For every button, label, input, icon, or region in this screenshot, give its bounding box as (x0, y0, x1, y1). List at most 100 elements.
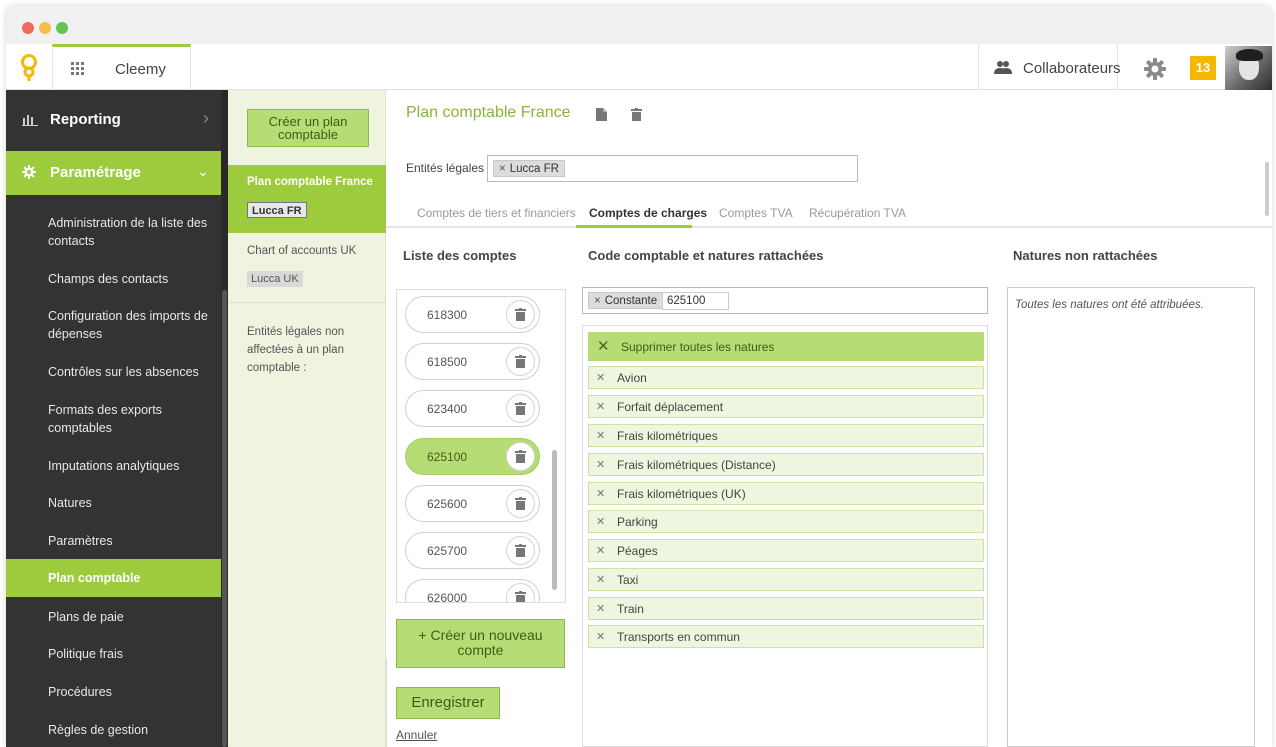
plan-item-france[interactable]: Plan comptable France Lucca FR (228, 165, 386, 233)
main-scrollbar[interactable] (1265, 162, 1269, 216)
lucca-logo-icon[interactable] (18, 54, 40, 82)
accounts-list[interactable]: 618300 618500 623400 625100 625600 62570… (396, 289, 566, 603)
trash-icon (515, 544, 526, 557)
maximize-window-button[interactable] (56, 22, 68, 34)
create-plan-button[interactable]: Créer un plan comptable (247, 109, 369, 147)
delete-all-natures-button[interactable]: ✕ Supprimer toutes les natures (588, 332, 984, 361)
trash-icon (515, 355, 526, 368)
remove-nature-icon[interactable]: ✕ (596, 458, 605, 471)
trash-icon[interactable] (631, 108, 642, 121)
delete-account-button[interactable] (506, 489, 535, 518)
entity-tag: Lucca FR (247, 202, 307, 218)
sidebar-subitem[interactable]: Règles de gestion (6, 721, 221, 739)
chip-label: Lucca FR (509, 163, 559, 175)
sidebar-subitem[interactable]: Champs des contacts (6, 270, 221, 288)
delete-account-button[interactable] (506, 442, 535, 471)
nature-label: Taxi (617, 573, 639, 587)
app-switcher[interactable]: Cleemy (52, 44, 191, 90)
tab-comptes-tva[interactable]: Comptes TVA (719, 206, 793, 220)
sidebar-subitem[interactable]: Imputations analytiques (6, 457, 221, 475)
accounting-code-input[interactable] (662, 292, 729, 310)
sidebar-subitem[interactable]: Configuration des imports de dépenses (6, 307, 221, 343)
delete-account-button[interactable] (506, 394, 535, 423)
nature-item: ✕ Frais kilométriques (588, 424, 984, 447)
remove-nature-icon[interactable]: ✕ (596, 515, 605, 528)
tab-bar: Comptes de tiers et financiers Comptes d… (386, 200, 1272, 228)
remove-icon[interactable]: × (594, 295, 601, 307)
save-button[interactable]: Enregistrer (396, 687, 500, 719)
nature-item: ✕ Taxi (588, 568, 984, 591)
unattached-natures-list: Toutes les natures ont été attribuées. (1007, 287, 1255, 747)
account-item-selected[interactable]: 625100 (405, 438, 540, 475)
account-number: 626000 (427, 591, 468, 603)
delete-account-button[interactable] (506, 583, 535, 602)
nature-item: ✕ Frais kilométriques (UK) (588, 482, 984, 505)
active-tab-indicator (576, 225, 692, 228)
sidebar-subitem[interactable]: Natures (6, 494, 221, 512)
minimize-window-button[interactable] (39, 22, 51, 34)
unattached-empty-text: Toutes les natures ont été attribuées. (1015, 299, 1204, 311)
remove-icon[interactable]: × (499, 163, 506, 175)
account-item[interactable]: 625600 (405, 485, 540, 522)
nature-item: ✕ Péages (588, 539, 984, 562)
sidebar: Reporting › Paramétrage ⌄ Administration… (6, 90, 228, 747)
notifications-badge[interactable]: 13 (1190, 56, 1216, 80)
remove-nature-icon[interactable]: ✕ (596, 487, 605, 500)
accounts-header: Liste des comptes (403, 248, 517, 263)
sidebar-subitem-active[interactable]: Plan comptable (6, 559, 221, 597)
nature-label: Frais kilométriques (UK) (617, 487, 746, 501)
tab-comptes-charges[interactable]: Comptes de charges (589, 206, 707, 220)
sidebar-subitem[interactable]: Procédures (6, 683, 221, 701)
sidebar-subitem[interactable]: Plans de paie (6, 608, 221, 626)
account-number: 618500 (427, 355, 468, 369)
divider (386, 658, 387, 747)
remove-nature-icon[interactable]: ✕ (596, 400, 605, 413)
unassigned-entities-text: Entités légales non affectées à un plan … (247, 326, 345, 374)
sidebar-item-reporting[interactable]: Reporting › (6, 98, 221, 142)
trash-icon (515, 450, 526, 463)
remove-nature-icon[interactable]: ✕ (596, 429, 605, 442)
sidebar-scrollbar[interactable] (221, 90, 228, 747)
remove-nature-icon[interactable]: ✕ (596, 371, 605, 384)
account-item[interactable]: 618500 (405, 343, 540, 380)
sidebar-subitem[interactable]: Paramètres (6, 532, 221, 550)
entities-field[interactable]: × Lucca FR (487, 155, 858, 182)
delete-account-button[interactable] (506, 300, 535, 329)
sidebar-subitem[interactable]: Formats des exports comptables (6, 401, 221, 437)
close-window-button[interactable] (22, 22, 34, 34)
accounts-scrollbar[interactable] (552, 450, 557, 590)
sidebar-subitem[interactable]: Administration de la liste des contacts (6, 214, 221, 250)
accounting-code-field[interactable]: × Constante (582, 287, 988, 314)
account-item[interactable]: 626000 (405, 579, 540, 603)
tab-comptes-tiers[interactable]: Comptes de tiers et financiers (417, 206, 576, 220)
entity-chip: × Lucca FR (493, 160, 565, 177)
user-avatar[interactable] (1225, 46, 1272, 90)
settings-gear-icon[interactable] (1144, 58, 1166, 80)
cancel-link[interactable]: Annuler (396, 728, 437, 742)
remove-nature-icon[interactable]: ✕ (596, 544, 605, 557)
remove-nature-icon[interactable]: ✕ (596, 602, 605, 615)
remove-nature-icon[interactable]: ✕ (596, 630, 605, 643)
sidebar-subitem[interactable]: Contrôles sur les absences (6, 363, 221, 381)
account-number: 625100 (427, 450, 468, 464)
account-number: 625600 (427, 497, 468, 511)
nature-label: Avion (617, 371, 647, 385)
plans-panel: Créer un plan comptable Plan comptable F… (228, 90, 386, 747)
chevron-right-icon: › (203, 108, 209, 128)
tab-recuperation-tva[interactable]: Récupération TVA (809, 206, 906, 220)
account-item[interactable]: 618300 (405, 296, 540, 333)
create-account-button[interactable]: + Créer un nouveau compte (396, 619, 565, 668)
nature-item: ✕ Parking (588, 510, 984, 533)
top-navbar: Cleemy Collaborateurs 13 (6, 44, 1272, 90)
remove-nature-icon[interactable]: ✕ (596, 573, 605, 586)
collaborators-button[interactable]: Collaborateurs (978, 44, 1121, 90)
account-item[interactable]: 625700 (405, 532, 540, 569)
sidebar-subitem[interactable]: Politique frais (6, 645, 221, 663)
delete-account-button[interactable] (506, 347, 535, 376)
delete-account-button[interactable] (506, 536, 535, 565)
account-number: 625700 (427, 544, 468, 558)
copy-icon[interactable] (596, 108, 607, 121)
sidebar-item-parametrage[interactable]: Paramétrage ⌄ (6, 151, 221, 195)
plan-item-uk[interactable]: Chart of accounts UK Lucca UK (228, 233, 386, 303)
account-item[interactable]: 623400 (405, 390, 540, 427)
